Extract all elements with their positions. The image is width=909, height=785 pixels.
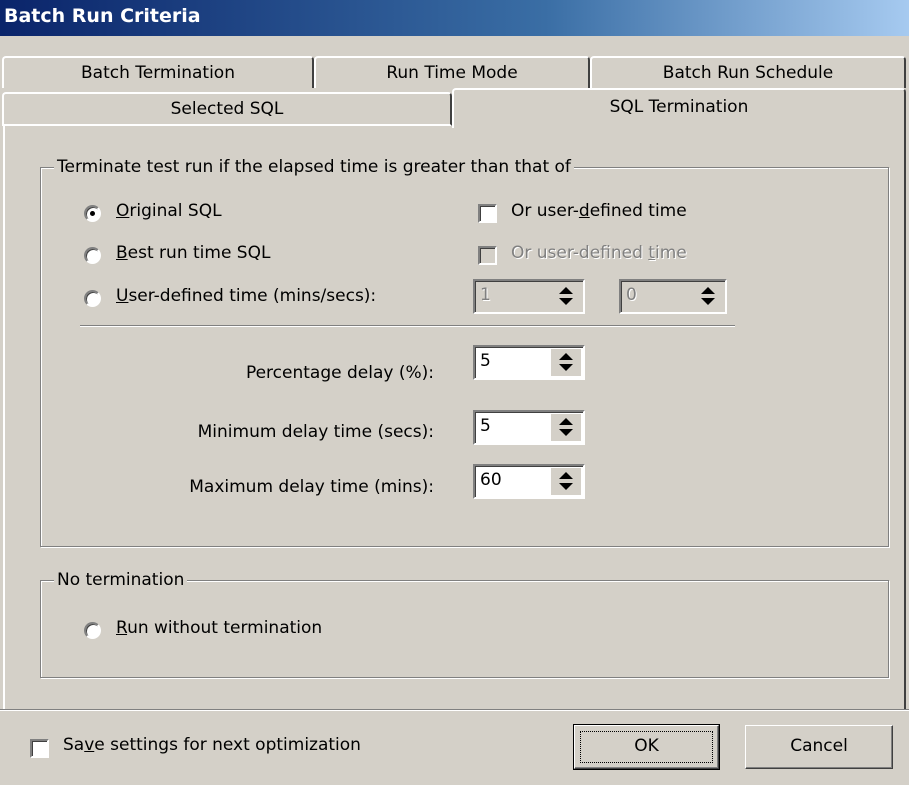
title-bar[interactable]: Batch Run Criteria [0,0,909,36]
tab-batch-termination[interactable]: Batch Termination [2,56,314,88]
max-delay-spinner[interactable]: 60 [473,464,585,499]
percentage-delay-spinner[interactable]: 5 [473,345,585,380]
secs-value: 0 [626,285,637,305]
cancel-button[interactable]: Cancel [745,725,893,769]
tab-selected-sql[interactable]: Selected SQL [2,92,452,126]
secs-spin-buttons[interactable] [693,283,723,310]
original-sql-radio[interactable] [84,205,101,222]
spin-arrows-icon [559,287,573,305]
window-title: Batch Run Criteria [4,5,201,27]
spin-arrows-icon [559,353,573,371]
user-defined-time-radio[interactable] [84,290,101,307]
tab-label: Run Time Mode [386,63,518,83]
max-delay-label: Maximum delay time (mins): [189,477,434,497]
or-user-defined-time-label: Or user-defined time [511,201,687,221]
tab-label: Batch Termination [81,63,235,83]
min-delay-spin-buttons[interactable] [551,414,581,441]
run-without-termination-radio[interactable] [84,622,101,639]
best-run-time-radio[interactable] [84,247,101,264]
min-delay-spinner[interactable]: 5 [473,410,585,445]
max-delay-spin-buttons[interactable] [551,468,581,495]
percentage-delay-label: Percentage delay (%): [245,363,434,383]
min-delay-label: Minimum delay time (secs): [197,422,434,442]
cancel-label: Cancel [790,736,848,756]
best-run-time-label: Best run time SQL [116,243,271,263]
mins-value: 1 [480,285,491,305]
min-delay-value: 5 [480,416,491,436]
focus-rect [580,731,713,763]
or-user-defined-time-checkbox[interactable] [478,204,497,223]
original-sql-label: Original SQL [116,201,222,221]
mins-spin-buttons[interactable] [551,283,581,310]
save-settings-checkbox[interactable] [30,739,49,758]
tab-run-time-mode[interactable]: Run Time Mode [314,56,590,88]
or-user-defined-time-checkbox-2[interactable] [478,246,497,265]
mins-spinner[interactable]: 1 [473,279,585,314]
run-without-termination-label: Run without termination [116,618,323,638]
terminate-group [40,167,889,547]
tab-label: SQL Termination [609,97,749,117]
no-termination-legend: No termination [54,570,188,590]
ok-button[interactable]: OK [573,724,720,770]
percentage-delay-value: 5 [480,351,491,371]
separator [80,325,735,327]
max-delay-value: 60 [480,470,502,490]
terminate-group-legend: Terminate test run if the elapsed time i… [54,157,574,177]
tab-sql-termination[interactable]: SQL Termination [452,88,906,128]
tab-label: Batch Run Schedule [662,63,834,83]
tab-batch-run-schedule[interactable]: Batch Run Schedule [590,56,906,88]
user-defined-time-label: User-defined time (mins/secs): [116,286,377,306]
spin-arrows-icon [559,418,573,436]
tab-label: Selected SQL [170,99,284,119]
spin-arrows-icon [559,472,573,490]
footer-separator [0,709,909,711]
percentage-delay-spin-buttons[interactable] [551,349,581,376]
or-user-defined-time-label-2: Or user-defined time [511,243,687,263]
save-settings-label: Save settings for next optimization [63,735,361,755]
spin-arrows-icon [701,287,715,305]
secs-spinner[interactable]: 0 [619,279,727,314]
